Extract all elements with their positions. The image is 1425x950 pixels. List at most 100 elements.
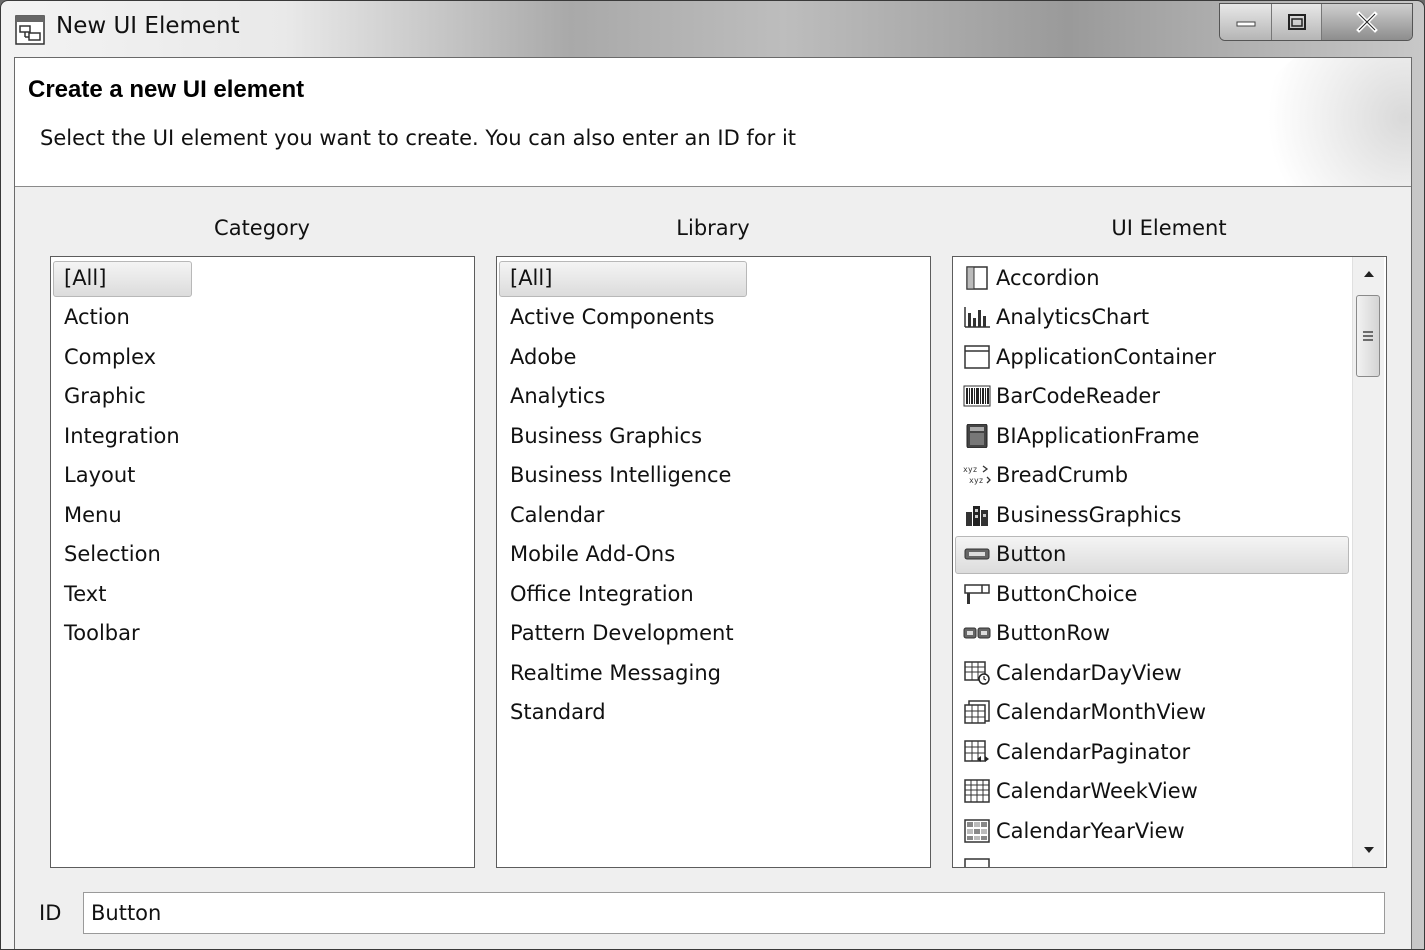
calendar-week-view-icon [964, 779, 990, 803]
ui-element-item-label: CalendarPaginator [996, 740, 1191, 764]
category-item-action[interactable]: Action [51, 298, 474, 336]
ui-element-item-button[interactable]: Button [953, 535, 1349, 574]
accordion-icon [966, 266, 988, 290]
list-item-label: Analytics [510, 384, 606, 408]
scroll-thumb[interactable] [1356, 295, 1380, 377]
title-bar: New UI Element [1, 1, 1424, 56]
ui-element-item-label: CalendarYearView [996, 819, 1185, 843]
maximize-button[interactable] [1272, 4, 1322, 40]
ui-element-item-accordion[interactable]: Accordion [953, 259, 1349, 297]
category-item-graphic[interactable]: Graphic [51, 377, 474, 415]
library-item-calendar[interactable]: Calendar [497, 496, 930, 534]
category-item-integration[interactable]: Integration [51, 417, 474, 455]
id-input[interactable] [83, 892, 1385, 934]
dialog-header-subtitle: Select the UI element you want to create… [40, 126, 797, 150]
ui-element-item-label: ApplicationContainer [996, 345, 1216, 369]
list-item-label: Calendar [510, 503, 605, 527]
scroll-up-button[interactable] [1353, 259, 1385, 289]
ui-element-item-label: CalendarWeekView [996, 779, 1198, 803]
list-item-label: Toolbar [64, 621, 140, 645]
ui-element-item-biapplicationframe[interactable]: BIApplicationFrame [953, 417, 1349, 455]
button-icon [964, 548, 990, 560]
scroll-down-arrow-icon [1364, 847, 1374, 853]
category-item-text[interactable]: Text [51, 575, 474, 613]
ui-element-item-label: BIApplicationFrame [996, 424, 1200, 448]
ui-element-item-label: BarCodeReader [996, 384, 1160, 408]
library-item-business-graphics[interactable]: Business Graphics [497, 417, 930, 455]
ui-element-column-label: UI Element [1111, 216, 1227, 240]
ui-element-list[interactable]: Accordion AnalyticsChart ApplicationCont… [952, 256, 1387, 868]
list-item-label: Active Components [510, 305, 715, 329]
list-item-label: Menu [64, 503, 122, 527]
svg-text:xyz: xyz [969, 476, 984, 485]
ui-element-item-partial[interactable] [953, 851, 1349, 867]
ui-element-window-icon [15, 15, 45, 45]
list-item-label: Layout [64, 463, 136, 487]
ui-element-item-buttonrow[interactable]: ButtonRow [953, 614, 1349, 652]
scroll-down-button[interactable] [1353, 835, 1385, 865]
button-choice-icon [964, 584, 990, 604]
category-item-menu[interactable]: Menu [51, 496, 474, 534]
calendar-day-view-icon [964, 661, 990, 685]
ui-element-list-scrollbar[interactable] [1352, 257, 1384, 867]
library-item-adobe[interactable]: Adobe [497, 338, 930, 376]
list-item-label: [All] [510, 266, 553, 290]
ui-element-item-breadcrumb[interactable]: xyz xyz BreadCrumb [953, 456, 1349, 494]
new-ui-element-dialog: New UI Element Create a new UI element S… [0, 0, 1425, 950]
analytics-chart-icon [964, 307, 990, 328]
list-item-label: Business Graphics [510, 424, 703, 448]
close-button[interactable] [1322, 4, 1412, 40]
ui-element-item-label: Accordion [996, 266, 1100, 290]
calendar-month-view-icon [964, 700, 990, 724]
maximize-icon [1287, 14, 1306, 30]
category-item-all[interactable]: [All] [51, 259, 474, 297]
ui-element-item-applicationcontainer[interactable]: ApplicationContainer [953, 338, 1349, 376]
dialog-header-title: Create a new UI element [28, 76, 305, 103]
window-controls [1219, 3, 1413, 41]
list-item-label: Business Intelligence [510, 463, 732, 487]
ui-element-item-label: AnalyticsChart [996, 305, 1150, 329]
library-list[interactable]: [All] Active Components Adobe Analytics … [496, 256, 931, 868]
list-item-label: Selection [64, 542, 161, 566]
header-decoration [1251, 58, 1411, 186]
library-item-business-intelligence[interactable]: Business Intelligence [497, 456, 930, 494]
library-column-label: Library [676, 216, 750, 240]
list-item-label: Office Integration [510, 582, 694, 606]
ui-element-item-buttonchoice[interactable]: ButtonChoice [953, 575, 1349, 613]
ui-element-item-analyticschart[interactable]: AnalyticsChart [953, 298, 1349, 336]
library-item-mobile-add-ons[interactable]: Mobile Add-Ons [497, 535, 930, 573]
ui-element-item-calendarpaginator[interactable]: CalendarPaginator [953, 733, 1349, 771]
minimize-icon [1236, 21, 1255, 27]
library-item-all[interactable]: [All] [497, 259, 930, 297]
scroll-up-arrow-icon [1364, 271, 1374, 277]
list-item-label: Adobe [510, 345, 577, 369]
ui-element-item-label: CalendarDayView [996, 661, 1182, 685]
category-item-toolbar[interactable]: Toolbar [51, 614, 474, 652]
library-item-realtime-messaging[interactable]: Realtime Messaging [497, 654, 930, 692]
list-item-label: Text [64, 582, 107, 606]
list-item-icon [964, 858, 990, 867]
list-item-label: Action [64, 305, 130, 329]
bi-application-frame-icon [966, 424, 988, 448]
list-item-label: Standard [510, 700, 606, 724]
ui-element-item-barcodereader[interactable]: BarCodeReader [953, 377, 1349, 415]
library-item-active-components[interactable]: Active Components [497, 298, 930, 336]
library-item-office-integration[interactable]: Office Integration [497, 575, 930, 613]
close-icon [1356, 11, 1378, 33]
ui-element-item-calendardayview[interactable]: CalendarDayView [953, 654, 1349, 692]
category-item-selection[interactable]: Selection [51, 535, 474, 573]
ui-element-item-label: BreadCrumb [996, 463, 1129, 487]
ui-element-item-calendaryearview[interactable]: CalendarYearView [953, 812, 1349, 850]
library-item-analytics[interactable]: Analytics [497, 377, 930, 415]
category-list[interactable]: [All] Action Complex Graphic Integration… [50, 256, 475, 868]
ui-element-item-businessgraphics[interactable]: BusinessGraphics [953, 496, 1349, 534]
minimize-button[interactable] [1220, 4, 1272, 40]
category-item-complex[interactable]: Complex [51, 338, 474, 376]
list-item-label: Mobile Add-Ons [510, 542, 676, 566]
ui-element-item-calendarmonthview[interactable]: CalendarMonthView [953, 693, 1349, 731]
ui-element-item-calendarweekview[interactable]: CalendarWeekView [953, 772, 1349, 810]
category-item-layout[interactable]: Layout [51, 456, 474, 494]
business-graphics-icon [966, 506, 988, 526]
library-item-standard[interactable]: Standard [497, 693, 930, 731]
library-item-pattern-development[interactable]: Pattern Development [497, 614, 930, 652]
